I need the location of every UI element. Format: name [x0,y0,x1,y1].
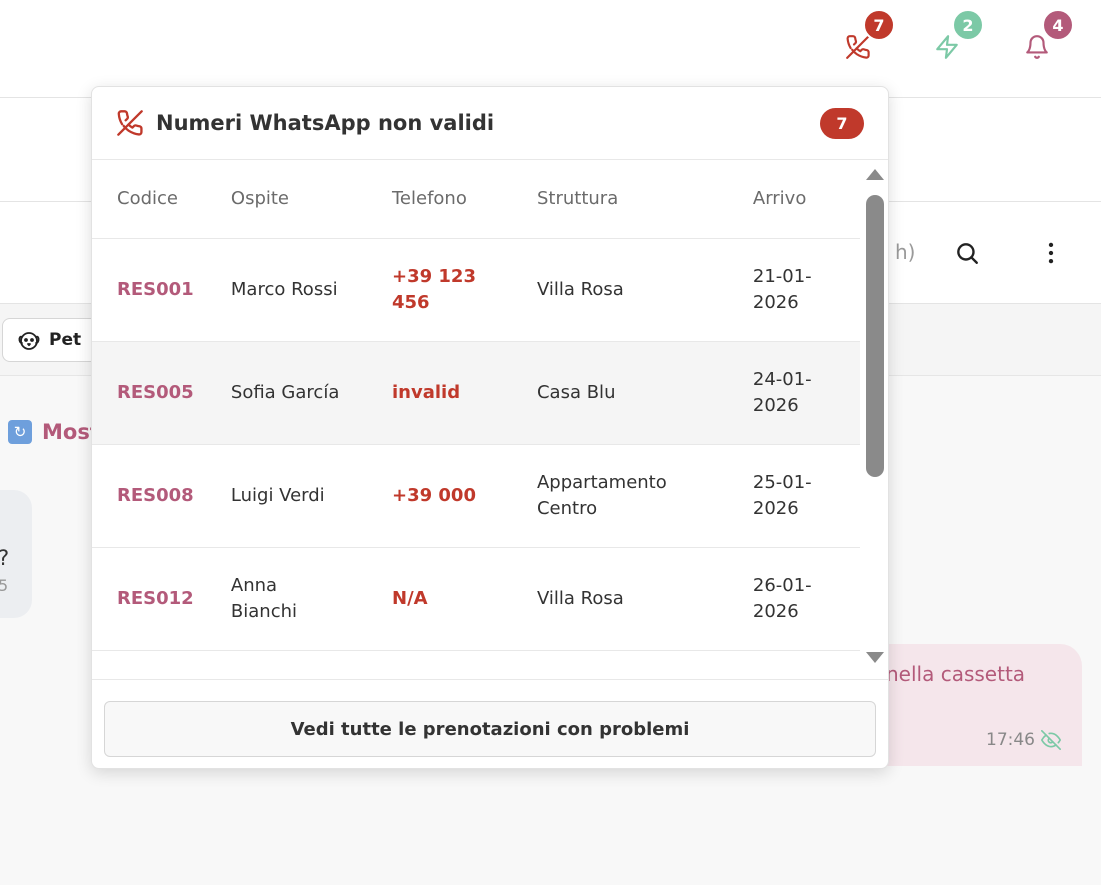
table-row[interactable]: RES001 Marco Rossi +39 123 456 Villa Ros… [92,238,860,342]
table-scrollbar[interactable] [862,165,888,667]
invalid-numbers-table: Codice Ospite Telefono Struttura Arrivo … [92,160,860,680]
table-row[interactable]: RES008 Luigi Verdi +39 000 Appartamento … [92,444,860,548]
guest-name: Anna Bianchi [205,547,367,651]
quick-actions-count-badge: 2 [952,9,984,41]
column-header-code: Codice [92,160,206,239]
invalid-numbers-table-wrapper[interactable]: Codice Ospite Telefono Struttura Arrivo … [92,160,860,680]
reservation-code[interactable]: RES005 [92,341,206,445]
outgoing-message-text: nella cassetta [886,662,1026,686]
table-row[interactable]: RES012 Anna Bianchi N/A Villa Rosa 26-01… [92,547,860,651]
more-options-button[interactable] [1036,238,1066,268]
reservation-code[interactable]: RES001 [92,238,206,342]
outgoing-message-meta: 17:46 [986,730,1061,750]
property-name: Villa Rosa [511,547,728,651]
column-header-guest: Ospite [205,160,367,239]
table-row[interactable] [92,650,860,680]
table-cell [205,650,367,680]
pet-filter-label: Pet [49,330,82,350]
guest-name: Sofia García [205,341,367,445]
search-button[interactable] [952,238,982,268]
reservation-code[interactable]: RES008 [92,444,206,548]
eye-off-icon [1041,730,1061,750]
phone-number: N/A [367,547,512,651]
invalid-phone-count-badge: 7 [863,9,895,41]
scrollbar-thumb[interactable] [866,195,884,477]
phone-number: +39 123 456 [367,238,512,342]
scroll-up-arrow-icon[interactable] [866,169,884,180]
show-more-link[interactable]: ↻ Most [8,420,100,444]
incoming-message-time: 5 [0,576,9,595]
table-header-row: Codice Ospite Telefono Struttura Arrivo [92,160,860,239]
table-cell [727,650,860,680]
guest-name: Marco Rossi [205,238,367,342]
phone-number: +39 000 [367,444,512,548]
dropdown-count-badge: 7 [820,108,864,139]
arrival-date: 25-01-2026 [727,444,860,548]
dropdown-title: Numeri WhatsApp non validi [156,111,495,135]
table-cell [511,650,728,680]
column-header-property: Struttura [511,160,728,239]
search-icon [957,243,978,264]
bell-icon [1026,35,1048,59]
pet-filter-chip[interactable]: Pet [2,318,98,362]
arrival-date: 21-01-2026 [727,238,860,342]
phone-number: invalid [367,341,512,445]
table-cell [367,650,512,680]
arrival-date: 26-01-2026 [727,547,860,651]
kebab-menu-icon [1048,242,1054,264]
dropdown-header: Numeri WhatsApp non validi 7 [92,87,888,160]
property-name: Appartamento Centro [511,444,728,548]
notifications-button[interactable]: 4 [1020,9,1074,64]
top-header: 7 2 4 [0,0,1101,98]
invalid-phone-alert-button[interactable]: 7 [841,9,895,64]
phone-off-icon [117,110,143,136]
outgoing-message-time: 17:46 [986,730,1035,750]
notifications-count-badge: 4 [1042,9,1074,41]
column-header-phone: Telefono [367,160,512,239]
toolbar-hint-text: h) [895,240,916,264]
view-all-problem-bookings-button[interactable]: Vedi tutte le prenotazioni con problemi [104,701,876,757]
column-header-arrival: Arrivo [727,160,860,239]
reservation-code[interactable]: RES012 [92,547,206,651]
quick-actions-button[interactable]: 2 [930,9,984,64]
phone-off-icon [846,35,870,59]
property-name: Casa Blu [511,341,728,445]
refresh-icon: ↻ [8,420,32,444]
incoming-message-bubble: ? 5 [0,490,32,618]
scroll-down-arrow-icon[interactable] [866,652,884,663]
table-row[interactable]: RES005 Sofia García invalid Casa Blu 24-… [92,341,860,445]
property-name: Villa Rosa [511,238,728,342]
lightning-icon [936,35,958,59]
invalid-numbers-dropdown: Numeri WhatsApp non validi 7 Codice Ospi… [91,86,889,769]
guest-name: Luigi Verdi [205,444,367,548]
table-cell [92,650,206,680]
incoming-message-text: ? [0,546,9,570]
dropdown-footer: Vedi tutte le prenotazioni con problemi [92,679,888,768]
dog-face-icon [18,332,40,350]
arrival-date: 24-01-2026 [727,341,860,445]
